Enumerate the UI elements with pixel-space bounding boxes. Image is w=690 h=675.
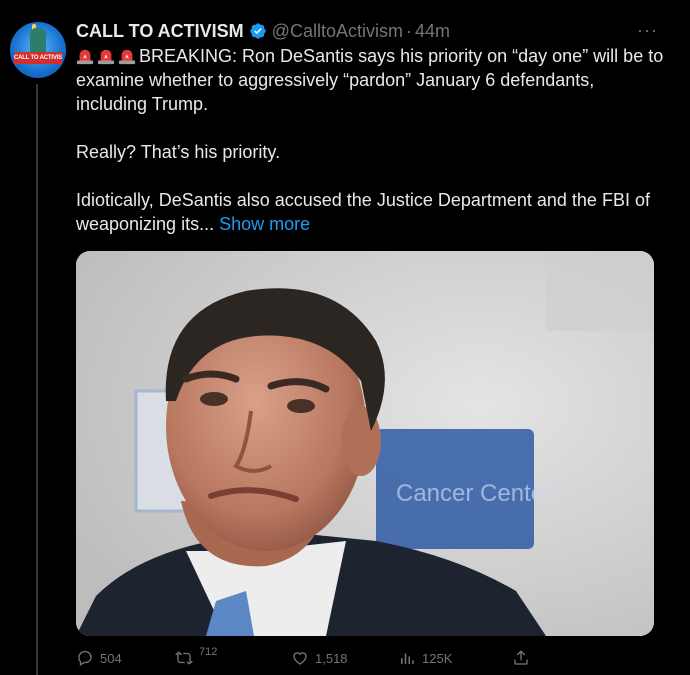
timestamp[interactable]: 44m [415,21,450,42]
tweet-paragraph-1: BREAKING: Ron DeSantis says his priority… [76,44,666,116]
photo-illustration: Cancer Center [76,251,654,636]
like-icon [293,652,307,665]
background-sign-text: Cancer Center [396,480,552,507]
repost-icon [175,651,193,665]
share-button[interactable] [512,649,536,667]
tweet-text: BREAKING: Ron DeSantis says his priority… [76,44,666,236]
thread-line [36,84,38,675]
siren-icon [118,49,136,65]
views-button[interactable]: 125K [398,649,452,667]
like-button[interactable]: 1,518 [291,649,348,667]
avatar[interactable]: CALL TO ACTIVISM [10,22,66,78]
tweet-paragraph-2: Really? That’s his priority. [76,142,281,162]
views-count: 125K [422,650,453,666]
paragraph-1-text: BREAKING: Ron DeSantis says his priority… [76,46,664,114]
reply-button[interactable]: 504 [76,649,122,667]
siren-icon [97,49,115,65]
verified-badge-icon [249,23,266,39]
share-icon [514,650,528,665]
reply-icon [78,650,92,666]
tweet-paragraph-3: Idiotically, DeSantis also accused the J… [76,188,666,236]
siren-icon [76,49,94,65]
tweet-actions: 504 712 1,518 125K [76,645,536,671]
reply-count: 504 [100,650,122,666]
paragraph-3-text: Idiotically, DeSantis also accused the J… [76,190,650,234]
views-icon [401,653,414,664]
repost-button[interactable]: 712 [175,646,218,667]
show-more-link[interactable]: Show more [219,214,310,234]
tweet-photo[interactable]: Cancer Center [76,251,654,636]
handle[interactable]: @CalltoActivism [272,21,403,42]
more-icon[interactable]: ··· [637,20,658,41]
separator-dot: · [405,20,412,41]
avatar-logo-text: CALL TO ACTIVISM [14,52,62,64]
tweet-header: CALL TO ACTIVISM @CalltoActivism · 44m ·… [76,18,680,44]
like-count: 1,518 [315,650,348,666]
display-name[interactable]: CALL TO ACTIVISM [76,21,244,42]
repost-count: 712 [199,646,218,658]
